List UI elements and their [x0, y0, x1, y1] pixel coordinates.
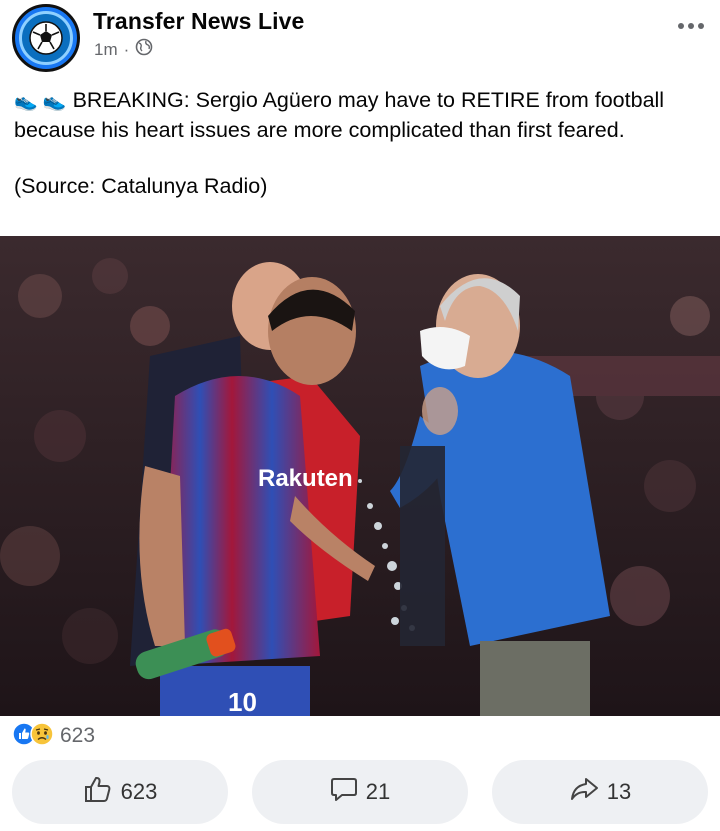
post-text: 👟 👟 BREAKING: Sergio Agüero may have to …: [14, 86, 704, 200]
page-name[interactable]: Transfer News Live: [93, 8, 304, 35]
comment-count: 21: [365, 779, 391, 804]
post-header: Transfer News Live 1m ·: [0, 0, 720, 80]
share-arrow-icon: [569, 775, 599, 809]
post-meta: 1m ·: [94, 38, 153, 61]
page-avatar[interactable]: [12, 4, 80, 72]
reaction-count: 623: [60, 724, 96, 747]
football-photo-illustration: 10 Rakuten: [0, 236, 720, 716]
sad-reaction-icon: [30, 721, 54, 751]
globe-icon: [135, 38, 153, 61]
soccer-ball-icon: [19, 11, 73, 65]
share-count: 13: [606, 779, 632, 804]
reactions-summary[interactable]: 623: [12, 721, 96, 751]
like-button[interactable]: 623: [12, 760, 228, 824]
jersey-number: 10: [228, 687, 257, 716]
like-count: 623: [120, 779, 158, 804]
comment-button[interactable]: 21: [252, 760, 468, 824]
comment-icon: [330, 775, 358, 809]
jersey-sponsor: Rakuten: [258, 465, 353, 492]
post-body: BREAKING: Sergio Agüero may have to RETI…: [14, 88, 665, 142]
post-source: (Source: Catalunya Radio): [14, 174, 268, 198]
thumbs-up-icon: [83, 775, 113, 809]
share-button[interactable]: 13: [492, 760, 708, 824]
sneaker-emoji: 👟 👟: [14, 91, 67, 112]
more-options-icon[interactable]: [676, 16, 706, 36]
meta-separator: ·: [123, 39, 130, 59]
post-time[interactable]: 1m: [94, 40, 118, 60]
post-photo[interactable]: 10 Rakuten: [0, 236, 720, 716]
